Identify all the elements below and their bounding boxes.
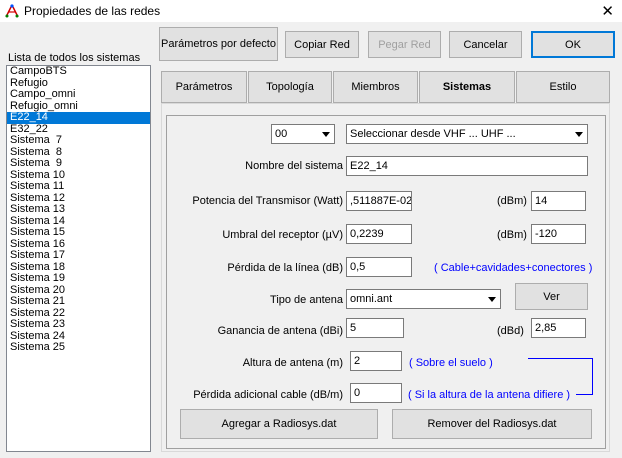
rx-dbm-label: (dBm): [497, 229, 527, 241]
antenna-type-value: omni.ant: [350, 293, 393, 305]
list-item[interactable]: Sistema 17: [7, 249, 150, 262]
tx-dbm-field[interactable]: 14: [531, 191, 586, 211]
list-item[interactable]: Sistema 21: [7, 295, 150, 308]
system-name-label: Nombre del sistema: [245, 160, 343, 172]
antenna-type-select[interactable]: omni.ant: [346, 289, 501, 309]
line-loss-label: Pérdida de la línea (dB): [227, 262, 343, 274]
cable-loss-note: ( Si la altura de la antena difiere ): [408, 389, 571, 401]
list-item[interactable]: Campo_omni: [7, 88, 150, 101]
copy-network-label: Copiar Red: [294, 38, 350, 51]
ok-button[interactable]: OK: [531, 31, 615, 58]
system-index-select[interactable]: 00: [271, 124, 335, 144]
app-icon: [5, 4, 19, 18]
paste-network-label: Pegar Red: [378, 38, 431, 51]
antenna-height-field[interactable]: 2: [350, 351, 402, 371]
default-parameters-label: Parámetros por defecto: [161, 38, 276, 50]
list-item[interactable]: Sistema 7: [7, 134, 150, 147]
chevron-down-icon: [322, 132, 330, 137]
list-item[interactable]: Sistema 25: [7, 341, 150, 354]
antenna-gain-dbi-field[interactable]: 5: [346, 318, 404, 338]
add-to-radiosys-label: Agregar a Radiosys.dat: [221, 418, 337, 430]
copy-network-button[interactable]: Copiar Red: [285, 31, 359, 58]
list-item[interactable]: E22_14: [7, 111, 150, 124]
system-list[interactable]: CampoBTS Refugio Campo_omni Refugio_omni E22…: [6, 65, 151, 452]
tx-dbm-label: (dBm): [497, 195, 527, 207]
view-antenna-button[interactable]: Ver: [515, 283, 588, 310]
system-name-field[interactable]: E22_14: [346, 156, 588, 176]
remove-from-radiosys-button[interactable]: Remover del Radiosys.dat: [392, 409, 592, 439]
list-item[interactable]: Sistema 11: [7, 180, 150, 193]
height-note: ( Sobre el suelo ): [409, 357, 493, 369]
chevron-down-icon: [488, 297, 496, 302]
system-index-value: 00: [275, 128, 288, 140]
antenna-gain-label: Ganancia de antena (dBi): [217, 325, 343, 337]
title-bar: Propiedades de las redes ✕: [0, 0, 622, 22]
tab-parametros[interactable]: Parámetros: [161, 71, 247, 103]
cancel-button[interactable]: Cancelar: [449, 31, 522, 58]
system-list-label: Lista de todos los sistemas: [8, 52, 141, 64]
list-item[interactable]: Sistema 9: [7, 157, 150, 170]
paste-network-button[interactable]: Pegar Red: [368, 31, 441, 58]
gain-dbd-label: (dBd): [497, 325, 524, 337]
cable-loss-field[interactable]: 0: [350, 383, 402, 403]
view-antenna-label: Ver: [543, 290, 560, 303]
remove-from-radiosys-label: Remover del Radiosys.dat: [427, 418, 557, 430]
connector-line: [592, 358, 593, 394]
tab-miembros[interactable]: Miembros: [333, 71, 418, 103]
list-item[interactable]: Sistema 13: [7, 203, 150, 216]
preset-value: Seleccionar desde VHF ... UHF ...: [350, 128, 516, 140]
preset-select[interactable]: Seleccionar desde VHF ... UHF ...: [346, 124, 588, 144]
line-loss-field[interactable]: 0,5: [346, 257, 412, 277]
add-to-radiosys-button[interactable]: Agregar a Radiosys.dat: [180, 409, 378, 439]
tab-topologia[interactable]: Topología: [248, 71, 332, 103]
rx-dbm-field[interactable]: -120: [531, 224, 586, 244]
rx-threshold-field[interactable]: 0,2239: [346, 224, 412, 244]
list-item[interactable]: Sistema 15: [7, 226, 150, 239]
close-icon[interactable]: ✕: [601, 2, 614, 20]
tx-power-field[interactable]: ,511887E-02: [346, 191, 412, 211]
cable-loss-label: Pérdida adicional cable (dB/m): [193, 389, 343, 401]
line-loss-note: ( Cable+cavidades+conectores ): [434, 262, 593, 274]
antenna-gain-dbd-field[interactable]: 2,85: [531, 318, 586, 338]
list-item[interactable]: Sistema 23: [7, 318, 150, 331]
tab-bar: Parámetros Topología Miembros Sistemas Estil…: [161, 71, 610, 103]
list-item[interactable]: CampoBTS: [7, 66, 150, 78]
chevron-down-icon: [575, 132, 583, 137]
rx-threshold-label: Umbral del receptor (µV): [222, 229, 343, 241]
tx-power-label: Potencia del Transmisor (Watt): [192, 195, 343, 207]
tab-sistemas[interactable]: Sistemas: [419, 71, 515, 103]
antenna-type-label: Tipo de antena: [270, 294, 343, 306]
list-item[interactable]: Sistema 19: [7, 272, 150, 285]
window-title: Propiedades de las redes: [24, 4, 161, 18]
antenna-height-label: Altura de antena (m): [242, 357, 343, 369]
default-parameters-button[interactable]: Parámetros por defecto: [159, 27, 278, 61]
ok-label: OK: [565, 38, 581, 51]
cancel-label: Cancelar: [463, 38, 508, 51]
connector-line: [576, 394, 593, 395]
tab-estilo[interactable]: Estilo: [516, 71, 610, 103]
connector-line: [528, 358, 592, 359]
